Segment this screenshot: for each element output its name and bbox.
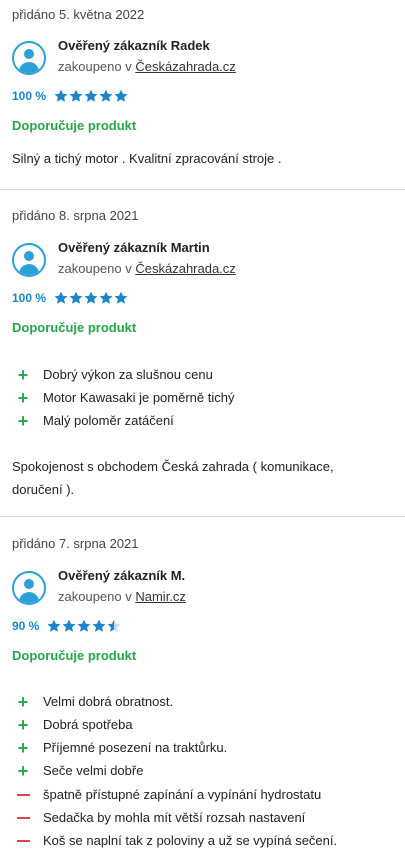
plus-icon: + [17, 760, 29, 781]
con-text: špatně přístupné zapínání a vypínání hyd… [43, 787, 322, 802]
pros-list: + Dobrý výkon za slušnou cenu + Motor Kawa… [16, 363, 235, 432]
con-item: Koš se naplní tak z poloviny a už se vyp… [16, 829, 337, 852]
star-icon [69, 89, 83, 102]
review-card: přidáno 7. srpna 2021 Ověřený zákazník M… [0, 517, 405, 859]
plus-icon: + [17, 364, 29, 385]
purchase-source: zakoupeno v Namir.cz [58, 589, 186, 604]
star-icon [47, 619, 61, 632]
rating-percent: 100 % [12, 89, 47, 103]
review-author: Ověřený zákazník Martin [58, 240, 210, 255]
pro-item: + Motor Kawasaki je poměrně tichý [16, 386, 235, 409]
review-text: Silný a tichý motor . Kvalitní zpracován… [12, 151, 282, 166]
plus-icon: + [17, 387, 29, 408]
purchase-prefix: zakoupeno v [58, 261, 132, 276]
pro-text: Velmi dobrá obratnost. [43, 694, 174, 709]
pro-item: + Dobrý výkon za slušnou cenu [16, 363, 234, 386]
review-text: Spokojenost s obchodem Česká zahrada ( k… [12, 459, 334, 497]
purchase-source: zakoupeno v Českázahrada.cz [58, 261, 236, 276]
pro-item: + Seče velmi dobře [16, 759, 227, 782]
plus-icon: + [17, 737, 29, 758]
review-date: přidáno 8. srpna 2021 [12, 208, 139, 223]
pro-text: Příjemné posezení na traktůrku. [43, 740, 228, 755]
review-author: Ověřený zákazník M. [58, 568, 186, 583]
rating: 90 % [12, 619, 122, 633]
recommend-label: Doporučuje produkt [12, 118, 137, 133]
pro-text: Dobrý výkon za slušnou cenu [43, 367, 213, 382]
rating: 100 % [12, 291, 129, 305]
recommend-label: Doporučuje produkt [12, 648, 137, 663]
review-author: Ověřený zákazník Radek [58, 38, 210, 53]
star-icon [54, 291, 68, 304]
star-rating [54, 89, 129, 103]
minus-icon [16, 839, 30, 842]
pro-item: + Příjemné posezení na traktůrku. [16, 736, 228, 759]
star-icon [114, 89, 128, 102]
rating: 100 % [12, 89, 129, 103]
star-icon [54, 89, 68, 102]
cons-list: špatně přístupné zapínání a vypínání hyd… [16, 783, 337, 852]
con-text: Koš se naplní tak z poloviny a už se vyp… [43, 833, 338, 848]
purchase-prefix: zakoupeno v [58, 589, 132, 604]
pro-text: Seče velmi dobře [43, 763, 144, 778]
star-icon [77, 619, 91, 632]
rating-percent: 100 % [12, 291, 47, 305]
pro-item: + Dobrá spotřeba [16, 713, 227, 736]
pro-item: + Velmi dobrá obratnost. [16, 690, 227, 713]
shop-link[interactable]: Českázahrada.cz [135, 59, 235, 74]
star-icon [99, 291, 113, 304]
plus-icon: + [17, 714, 29, 735]
review-card: přidáno 8. srpna 2021 Ověřený zákazník M… [0, 190, 405, 517]
pro-text: Motor Kawasaki je poměrně tichý [43, 390, 235, 405]
star-icon [99, 89, 113, 102]
purchase-source: zakoupeno v Českázahrada.cz [58, 59, 236, 74]
review-date: přidáno 5. května 2022 [12, 7, 145, 22]
shop-link[interactable]: Českázahrada.cz [135, 261, 235, 276]
star-icon [84, 89, 98, 102]
user-avatar-icon [12, 571, 46, 605]
recommend-label: Doporučuje produkt [12, 320, 137, 335]
shop-link[interactable]: Namir.cz [135, 589, 186, 604]
star-icon [62, 619, 76, 632]
star-rating [47, 619, 122, 633]
pro-text: Malý poloměr zatáčení [43, 413, 174, 428]
pro-item: + Malý poloměr zatáčení [16, 409, 234, 432]
con-item: Sedačka by mohla mít větší rozsah nastav… [16, 806, 337, 829]
minus-icon [16, 816, 30, 819]
con-text: Sedačka by mohla mít větší rozsah nastav… [43, 810, 306, 825]
pros-list: + Velmi dobrá obratnost. + Dobrá spotřeba … [16, 690, 228, 782]
star-icon [114, 291, 128, 304]
star-rating [54, 291, 129, 305]
plus-icon: + [17, 410, 29, 431]
star-icon [92, 619, 106, 632]
user-avatar-icon [12, 41, 46, 75]
rating-percent: 90 % [12, 619, 40, 633]
con-item: špatně přístupné zapínání a vypínání hyd… [16, 783, 337, 806]
minus-icon [16, 793, 30, 796]
review-card: přidáno 5. května 2022 Ověřený zákazník … [0, 0, 405, 190]
purchase-prefix: zakoupeno v [58, 59, 132, 74]
pro-text: Dobrá spotřeba [43, 717, 133, 732]
review-date: přidáno 7. srpna 2021 [12, 536, 139, 551]
plus-icon: + [17, 691, 29, 712]
star-icon [107, 619, 121, 632]
star-icon [69, 291, 83, 304]
star-icon [84, 291, 98, 304]
user-avatar-icon [12, 243, 46, 277]
